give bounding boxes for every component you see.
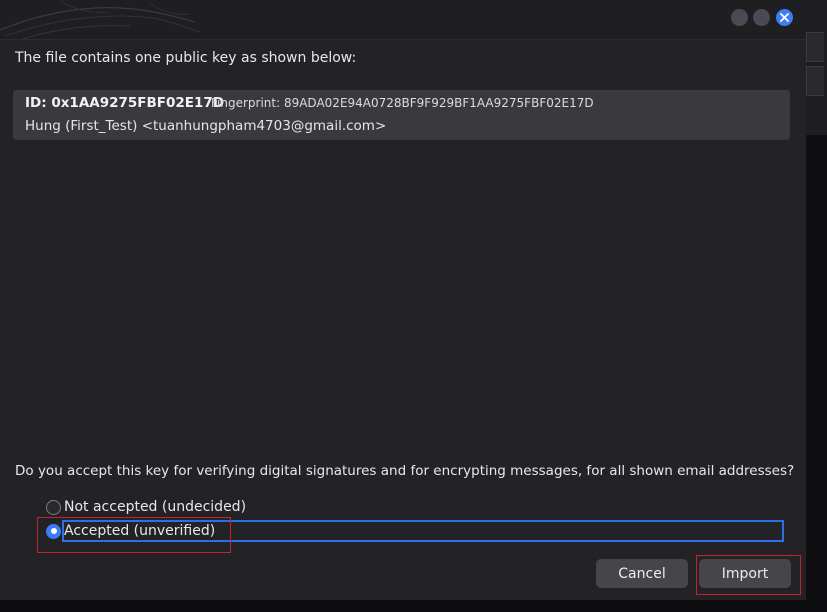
minimize-button[interactable] [731,9,748,26]
background-field [806,66,824,96]
maximize-button[interactable] [753,9,770,26]
background-bottom [0,600,827,612]
close-icon [780,13,789,22]
wallpaper-decoration [0,0,201,39]
intro-text: The file contains one public key as show… [15,50,357,66]
key-user-id: Hung (First_Test) <tuanhungpham4703@gmai… [25,118,387,134]
option-label: Not accepted (undecided) [64,499,247,515]
annotation-highlight-accepted [37,517,231,553]
background-panel [806,135,827,612]
key-fingerprint: Fingerprint: 89ADA02E94A0728BF9F929BF1AA… [211,96,594,110]
cancel-button[interactable]: Cancel [596,559,688,588]
key-details-box: ID: 0x1AA9275FBF02E17D Fingerprint: 89AD… [13,90,790,140]
annotation-highlight-import [696,555,801,595]
radio-button[interactable] [46,499,61,515]
title-bar[interactable] [0,0,806,40]
background-field [806,32,824,62]
option-not-accepted[interactable]: Not accepted (undecided) [46,496,246,518]
import-key-dialog: The file contains one public key as show… [0,0,806,600]
key-id: ID: 0x1AA9275FBF02E17D [25,95,225,111]
acceptance-question: Do you accept this key for verifying dig… [15,463,795,479]
close-button[interactable] [776,9,793,26]
